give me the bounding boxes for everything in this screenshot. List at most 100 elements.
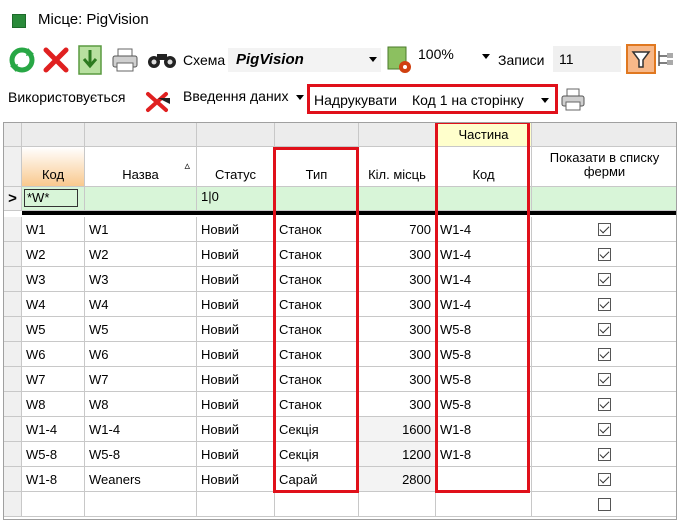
- cell-part-code[interactable]: [436, 492, 532, 517]
- show-in-farm-list-checkbox[interactable]: [598, 247, 611, 261]
- cell-type[interactable]: Станок: [275, 267, 359, 292]
- cell-name[interactable]: W1-4: [85, 417, 197, 442]
- row-header[interactable]: [4, 292, 22, 317]
- show-in-farm-list-checkbox[interactable]: [598, 422, 611, 436]
- show-in-farm-list-checkbox[interactable]: [598, 222, 611, 236]
- row-header[interactable]: [4, 317, 22, 342]
- cell-show[interactable]: [532, 317, 676, 342]
- cell-code[interactable]: W1-8: [22, 467, 85, 492]
- cell-show[interactable]: [532, 442, 676, 467]
- cell-name[interactable]: W3: [85, 267, 197, 292]
- schema-select[interactable]: PigVision: [228, 48, 381, 72]
- cell-type[interactable]: Секція: [275, 442, 359, 467]
- cell-code[interactable]: W3: [22, 267, 85, 292]
- cell-places[interactable]: 2800: [359, 467, 436, 492]
- row-header[interactable]: [4, 392, 22, 417]
- cell-status[interactable]: Новий: [197, 442, 275, 467]
- export-icon[interactable]: [77, 44, 103, 76]
- report-settings-icon[interactable]: [385, 45, 413, 75]
- row-header[interactable]: [4, 242, 22, 267]
- cell-show[interactable]: [532, 467, 676, 492]
- cell-type[interactable]: [275, 492, 359, 517]
- cell-name[interactable]: [85, 492, 197, 517]
- cell-code[interactable]: W1: [22, 217, 85, 242]
- cell-show[interactable]: [532, 367, 676, 392]
- col-show-header[interactable]: Показати в списку ферми: [532, 147, 676, 187]
- row-header[interactable]: [4, 217, 22, 242]
- show-in-farm-list-checkbox[interactable]: [598, 447, 611, 461]
- data-entry-menu[interactable]: Введення даних: [183, 88, 289, 104]
- show-in-farm-list-checkbox[interactable]: [598, 297, 611, 311]
- cell-name[interactable]: W2: [85, 242, 197, 267]
- filter-cell-col-part-code[interactable]: [436, 187, 532, 211]
- cell-show[interactable]: [532, 217, 676, 242]
- filter-cell-col-code[interactable]: *W*: [22, 187, 85, 211]
- cell-code[interactable]: W7: [22, 367, 85, 392]
- binoculars-icon[interactable]: [146, 50, 178, 70]
- cell-status[interactable]: [197, 492, 275, 517]
- filter-cell-col-show[interactable]: [532, 187, 676, 211]
- cell-code[interactable]: W2: [22, 242, 85, 267]
- cell-places[interactable]: 300: [359, 392, 436, 417]
- cell-type[interactable]: Станок: [275, 342, 359, 367]
- show-in-farm-list-checkbox[interactable]: [598, 397, 611, 411]
- tree-icon[interactable]: [655, 48, 677, 70]
- cell-places[interactable]: 300: [359, 342, 436, 367]
- cell-part-code[interactable]: [436, 467, 532, 492]
- remove-used-icon[interactable]: [144, 88, 174, 114]
- cell-places[interactable]: 1600: [359, 417, 436, 442]
- cell-status[interactable]: Новий: [197, 342, 275, 367]
- cell-status[interactable]: Новий: [197, 367, 275, 392]
- cell-show[interactable]: [532, 342, 676, 367]
- zoom-value[interactable]: 100%: [418, 46, 454, 62]
- cell-part-code[interactable]: W5-8: [436, 317, 532, 342]
- col-status-header[interactable]: Статус: [197, 147, 275, 187]
- col-part-code-header[interactable]: Код: [436, 147, 532, 187]
- cell-part-code[interactable]: W1-4: [436, 242, 532, 267]
- cell-places[interactable]: 300: [359, 367, 436, 392]
- col-code-header[interactable]: Код: [22, 147, 85, 187]
- cell-type[interactable]: Станок: [275, 217, 359, 242]
- cell-code[interactable]: W1-4: [22, 417, 85, 442]
- row-header[interactable]: [4, 492, 22, 517]
- used-button[interactable]: Використовується: [8, 89, 125, 105]
- cell-name[interactable]: W6: [85, 342, 197, 367]
- filter-cell-col-status[interactable]: 1|0: [197, 187, 275, 211]
- delete-icon[interactable]: [42, 46, 70, 74]
- cell-part-code[interactable]: W5-8: [436, 392, 532, 417]
- cell-type[interactable]: Станок: [275, 392, 359, 417]
- show-in-farm-list-checkbox[interactable]: [598, 497, 611, 511]
- cell-name[interactable]: W5: [85, 317, 197, 342]
- col-name-header[interactable]: Назва ▵: [85, 147, 197, 187]
- cell-name[interactable]: W7: [85, 367, 197, 392]
- cell-places[interactable]: 300: [359, 292, 436, 317]
- row-header[interactable]: [4, 342, 22, 367]
- cell-type[interactable]: Станок: [275, 292, 359, 317]
- filter-code-input[interactable]: *W*: [24, 189, 78, 207]
- filter-cell-col-name[interactable]: [85, 187, 197, 211]
- cell-show[interactable]: [532, 292, 676, 317]
- cell-code[interactable]: W4: [22, 292, 85, 317]
- cell-name[interactable]: W8: [85, 392, 197, 417]
- cell-places[interactable]: 300: [359, 267, 436, 292]
- cell-type[interactable]: Станок: [275, 367, 359, 392]
- cell-show[interactable]: [532, 392, 676, 417]
- cell-show[interactable]: [532, 267, 676, 292]
- row-header[interactable]: [4, 417, 22, 442]
- chevron-down-icon[interactable]: [296, 95, 304, 100]
- cell-part-code[interactable]: W5-8: [436, 367, 532, 392]
- filter-cell-col-places[interactable]: [359, 187, 436, 211]
- cell-places[interactable]: 300: [359, 317, 436, 342]
- cell-places[interactable]: 700: [359, 217, 436, 242]
- cell-status[interactable]: Новий: [197, 317, 275, 342]
- cell-show[interactable]: [532, 242, 676, 267]
- cell-status[interactable]: Новий: [197, 417, 275, 442]
- cell-part-code[interactable]: W1-4: [436, 217, 532, 242]
- cell-status[interactable]: Новий: [197, 467, 275, 492]
- cell-places[interactable]: 1200: [359, 442, 436, 467]
- records-field[interactable]: 11: [553, 46, 621, 72]
- cell-status[interactable]: Новий: [197, 217, 275, 242]
- cell-type[interactable]: Секція: [275, 417, 359, 442]
- cell-code[interactable]: W8: [22, 392, 85, 417]
- cell-part-code[interactable]: W1-4: [436, 267, 532, 292]
